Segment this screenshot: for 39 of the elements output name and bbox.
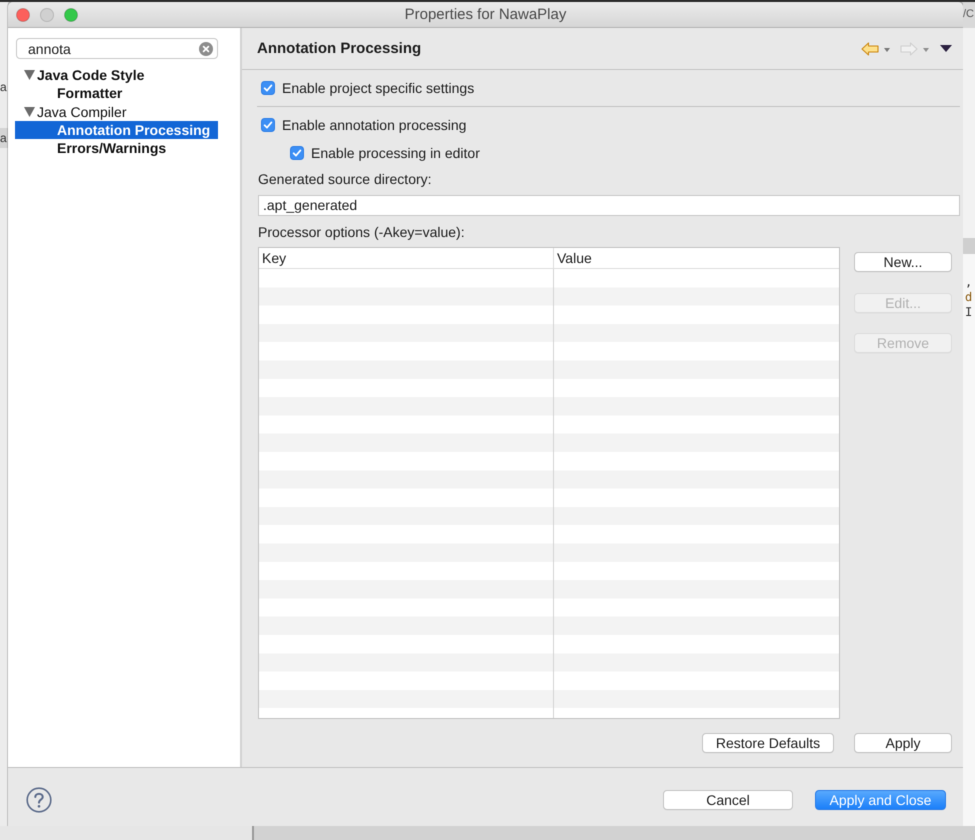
new-button[interactable]: New... [854, 252, 952, 272]
caret-icon[interactable] [923, 48, 929, 52]
expand-triangle-icon[interactable] [24, 70, 35, 80]
expand-triangle-icon[interactable] [24, 106, 35, 117]
window-title: Properties for NawaPlay [404, 6, 566, 23]
checkbox[interactable] [261, 81, 275, 95]
close-icon[interactable] [16, 8, 30, 22]
tree-item[interactable]: Errors/Warnings [15, 139, 218, 158]
checkbox[interactable] [290, 146, 304, 160]
checkbox-label[interactable]: Enable project specific settings [282, 80, 474, 96]
checkbox-label[interactable]: Enable processing in editor [311, 145, 480, 161]
table-label: Processor options (-Akey=value): [258, 223, 465, 241]
tree-item[interactable]: Java Code Style [15, 66, 218, 84]
checkbox-label[interactable]: Enable annotation processing [282, 117, 466, 133]
apply-button[interactable]: Apply [854, 733, 952, 753]
search-field[interactable]: annota [16, 38, 218, 59]
checkbox[interactable] [261, 118, 275, 132]
restore-defaults-button[interactable]: Restore Defaults [702, 733, 834, 753]
help-icon[interactable] [26, 786, 52, 812]
background-text: a [0, 128, 8, 148]
field-label: Generated source directory: [258, 170, 432, 188]
cancel-button[interactable]: Cancel [663, 790, 793, 810]
view-menu-icon[interactable] [940, 45, 952, 52]
background-text: I [964, 305, 974, 320]
column-header[interactable]: Key [259, 248, 554, 268]
background-text: /C [963, 7, 975, 22]
background-text: d [964, 290, 974, 305]
background-text: a [0, 79, 8, 96]
tree-item[interactable]: Annotation Processing [15, 120, 218, 140]
tree-item[interactable]: Java Compiler [15, 102, 218, 121]
background-text: , [964, 275, 974, 290]
caret-icon[interactable] [884, 48, 890, 52]
clear-icon[interactable] [199, 42, 213, 56]
tree-item[interactable]: Formatter [15, 84, 218, 103]
column-header[interactable]: Value [554, 248, 839, 268]
back-arrow-icon[interactable] [861, 42, 879, 56]
zoom-icon[interactable] [64, 8, 78, 22]
directory-field[interactable]: .apt_generated [258, 195, 960, 216]
page-title: Annotation Processing [257, 40, 422, 57]
